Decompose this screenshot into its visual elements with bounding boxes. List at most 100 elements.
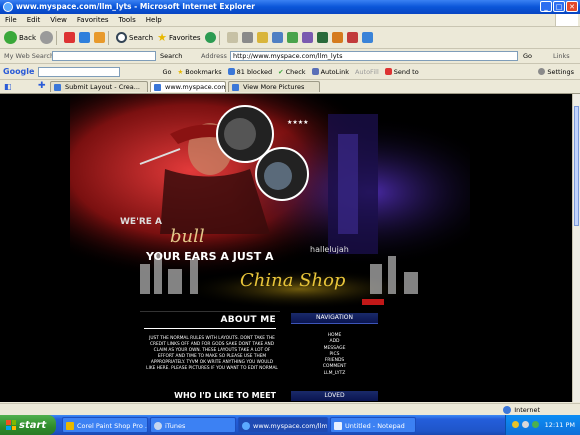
back-arrow-icon (4, 31, 17, 44)
history-button[interactable] (204, 32, 216, 43)
send-to-button[interactable]: Send to (384, 68, 419, 76)
autolink-icon (311, 68, 319, 75)
settings-button[interactable]: Settings (538, 68, 574, 76)
address-row: My Web Search Search Address http://www.… (0, 49, 580, 64)
page-icon (232, 84, 239, 91)
go-button[interactable]: Go (523, 52, 532, 60)
popup-blocked-button[interactable]: 81 blocked (227, 68, 272, 76)
autofill-button[interactable]: AutoFill (355, 68, 379, 76)
messenger-icon (286, 32, 298, 43)
send-to-icon (384, 68, 392, 75)
research-button[interactable] (301, 32, 313, 43)
standard-toolbar: Back Search ★ Favorites (0, 27, 580, 49)
tray-icon[interactable] (522, 421, 529, 428)
task-itunes[interactable]: iTunes (150, 417, 236, 433)
google-logo: Google (3, 67, 35, 76)
tool-icon (316, 32, 328, 43)
about-me-section: ABOUT ME Just the normal rules with layo… (140, 311, 280, 402)
taskbar: start Corel Paint Shop Pro ... iTunes ww… (0, 415, 580, 435)
loved-heading: LOVED (291, 391, 378, 401)
menu-help[interactable]: Help (141, 16, 167, 24)
edit-button[interactable] (256, 32, 268, 43)
tool-icon (331, 32, 343, 43)
banner-stars: ★★★★ (287, 119, 309, 126)
autolink-button[interactable]: AutoLink (311, 68, 349, 76)
who-id-like-to-meet-heading: WHO I'D LIKE TO MEET (174, 391, 276, 400)
scrollbar-thumb[interactable] (574, 106, 579, 226)
check-button[interactable]: ✔ Check (278, 68, 305, 76)
task-internet-explorer[interactable]: www.myspace.com/llm_... (238, 417, 328, 433)
address-input[interactable]: http://www.myspace.com/llm_lyts (230, 51, 518, 61)
about-me-heading: ABOUT ME (220, 315, 276, 325)
stop-button[interactable] (64, 32, 75, 43)
search-button[interactable]: Search (116, 32, 153, 43)
close-button[interactable]: ✕ (566, 1, 578, 12)
tab-myspace[interactable]: www.myspace.com/llm_... (150, 81, 226, 92)
favorites-button[interactable]: ★ Favorites (157, 31, 201, 44)
menu-file[interactable]: File (0, 16, 22, 24)
menu-bar: File Edit View Favorites Tools Help (0, 14, 580, 27)
google-toolbar: Google Go ★ Bookmarks 81 blocked ✔ Check A… (0, 64, 580, 80)
print-icon (241, 32, 253, 43)
system-tray: 12:11 PM (505, 415, 580, 435)
extra-tool-4[interactable] (361, 32, 373, 43)
minimize-button[interactable]: _ (540, 1, 552, 12)
task-corel-paint-shop[interactable]: Corel Paint Shop Pro ... (62, 417, 148, 433)
mail-icon (226, 32, 238, 43)
research-icon (301, 32, 313, 43)
forward-button[interactable] (40, 31, 53, 44)
page-icon (154, 84, 161, 91)
back-button[interactable]: Back (4, 31, 36, 44)
task-notepad[interactable]: Untitled - Notepad (330, 417, 416, 433)
discuss-button[interactable] (271, 32, 283, 43)
discuss-icon (271, 32, 283, 43)
tab-submit-layout[interactable]: Submit Layout - Crea... (50, 81, 148, 92)
page-content: ★★★★ WE'RE A bull YOUR EARS A JUST A Chi… (0, 94, 572, 402)
nav-link-llm-lytz[interactable]: LLM_Lytz (287, 371, 382, 377)
maximize-button[interactable]: □ (553, 1, 565, 12)
clock[interactable]: 12:11 PM (545, 421, 575, 429)
star-icon: ★ (177, 67, 184, 76)
mail-button[interactable] (226, 32, 238, 43)
new-tab-icon[interactable]: ✚ (38, 81, 46, 91)
links-button[interactable]: Links (553, 52, 570, 60)
navigation-heading: NAVIGATION (291, 313, 378, 324)
ie-icon (3, 2, 13, 12)
menu-tools[interactable]: Tools (114, 16, 141, 24)
websearch-button[interactable]: Search (160, 52, 182, 60)
notepad-icon (334, 422, 342, 430)
tab-bar: ◧ ✚ Submit Layout - Crea... www.myspace.… (0, 80, 580, 94)
stop-icon (64, 32, 75, 43)
vertical-scrollbar[interactable] (572, 94, 580, 402)
menu-favorites[interactable]: Favorites (72, 16, 114, 24)
address-label: Address (201, 52, 227, 60)
tab-view-more-pictures[interactable]: View More Pictures (228, 81, 320, 92)
messenger-button[interactable] (286, 32, 298, 43)
paintshop-icon (66, 422, 74, 430)
navigation-section: NAVIGATION Home Add Message Pics Friends… (287, 311, 382, 402)
google-go-button[interactable]: Go (162, 68, 171, 76)
edit-icon (256, 32, 268, 43)
menu-view[interactable]: View (45, 16, 72, 24)
itunes-icon (154, 422, 162, 430)
home-button[interactable] (94, 32, 105, 43)
tool-icon (361, 32, 373, 43)
tool-icon (346, 32, 358, 43)
menu-edit[interactable]: Edit (22, 16, 46, 24)
web-search-input[interactable] (52, 51, 156, 61)
extra-tool-2[interactable] (331, 32, 343, 43)
banner-text-bull: bull (170, 226, 205, 247)
tray-icon[interactable] (512, 421, 519, 428)
tray-icon[interactable] (532, 421, 539, 428)
bookmarks-button[interactable]: ★ Bookmarks (177, 68, 221, 76)
search-icon (116, 32, 127, 43)
tab-list-icon[interactable]: ◧ (4, 82, 12, 91)
extra-tool-3[interactable] (346, 32, 358, 43)
refresh-button[interactable] (79, 32, 90, 43)
start-button[interactable]: start (0, 415, 56, 435)
print-button[interactable] (241, 32, 253, 43)
extra-tool-1[interactable] (316, 32, 328, 43)
banner-text-hallelujah: hallelujah (310, 245, 349, 254)
security-zone: Internet (503, 406, 540, 414)
google-search-input[interactable] (38, 66, 121, 77)
